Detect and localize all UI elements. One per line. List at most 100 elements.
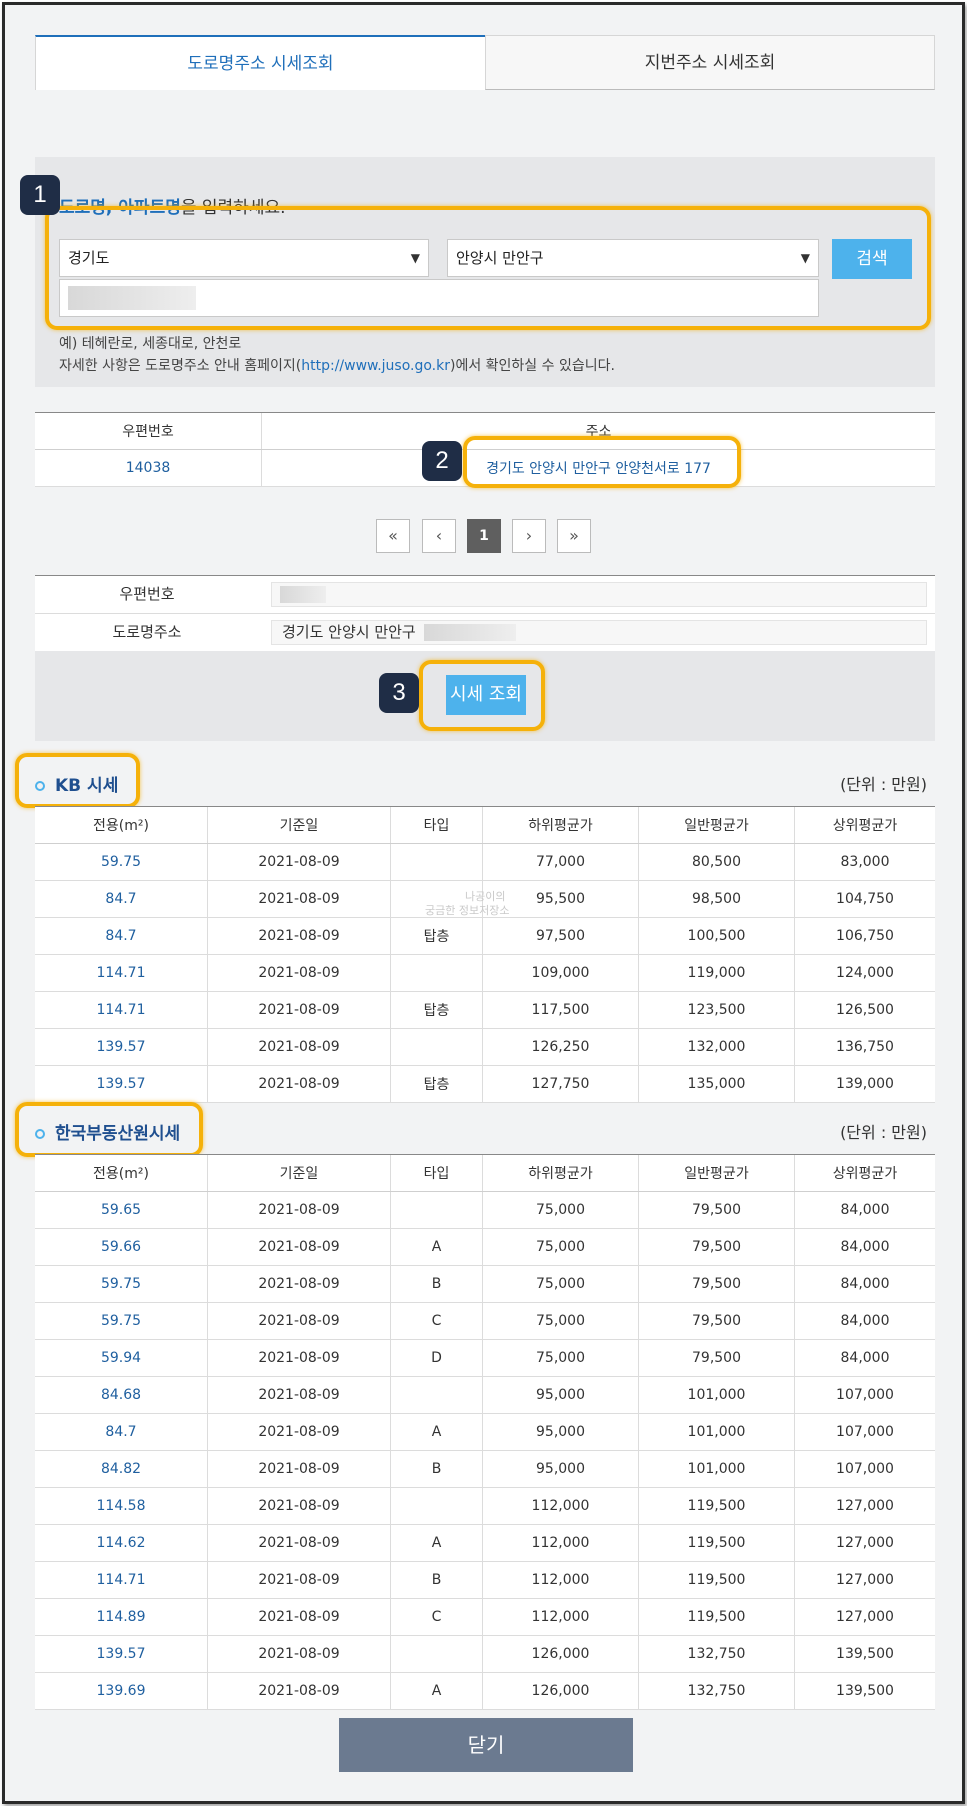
table-row: 114.62 2021-08-09 A 112,000 119,500 127,000 [35,1524,935,1562]
low-price-cell: 75,000 [482,1302,639,1340]
col-date: 기준일 [207,1154,391,1192]
col-area: 전용(m²) [35,806,208,844]
type-cell: A [390,1524,483,1562]
date-cell: 2021-08-09 [207,1228,391,1266]
date-cell: 2021-08-09 [207,1028,391,1066]
tab-road-address[interactable]: 도로명주소 시세조회 [35,35,485,90]
low-price-cell: 95,000 [482,1450,639,1488]
normal-price-cell: 79,500 [638,1339,795,1377]
area-cell: 84.7 [35,1413,208,1451]
road-value: 경기도 안양시 만안구 [271,620,927,645]
blurred-text [280,586,326,603]
date-cell: 2021-08-09 [207,880,391,918]
close-button[interactable]: 닫기 [339,1718,633,1772]
low-price-cell: 127,750 [482,1065,639,1103]
high-price-cell: 107,000 [794,1376,935,1414]
col-zip: 우편번호 [35,412,262,450]
highlight-box-kb [15,753,140,808]
normal-price-cell: 132,750 [638,1635,795,1673]
high-price-cell: 139,500 [794,1672,935,1710]
date-cell: 2021-08-09 [207,1598,391,1636]
type-cell [390,1487,483,1525]
type-cell: B [390,1265,483,1303]
table-row: 114.89 2021-08-09 C 112,000 119,500 127,000 [35,1598,935,1636]
high-price-cell: 126,500 [794,991,935,1029]
blurred-text [424,624,516,641]
last-page-button[interactable]: » [557,519,591,553]
date-cell: 2021-08-09 [207,1524,391,1562]
normal-price-cell: 119,000 [638,954,795,992]
zip-cell[interactable]: 14038 [35,449,262,487]
prev-page-button[interactable]: ‹ [422,519,456,553]
low-price-cell: 126,250 [482,1028,639,1066]
low-price-cell: 95,000 [482,1413,639,1451]
type-cell [390,1191,483,1229]
col-high: 상위평균가 [794,806,935,844]
col-normal: 일반평균가 [638,806,795,844]
normal-price-cell: 135,000 [638,1065,795,1103]
area-cell: 139.57 [35,1065,208,1103]
type-cell: B [390,1450,483,1488]
next-page-button[interactable]: › [512,519,546,553]
high-price-cell: 84,000 [794,1191,935,1229]
area-cell: 114.89 [35,1598,208,1636]
table-row: 59.94 2021-08-09 D 75,000 79,500 84,000 [35,1339,935,1377]
type-cell: D [390,1339,483,1377]
low-price-cell: 112,000 [482,1487,639,1525]
area-cell: 84.7 [35,880,208,918]
table-row: 139.57 2021-08-09 탑층 127,750 135,000 139,000 [35,1065,935,1103]
hint-suffix: )에서 확인하실 수 있습니다. [449,358,615,374]
kb-price-table: 전용(m²) 기준일 타입 하위평균가 일반평균가 상위평균가 59.75 202… [35,806,935,1103]
kb-table-body: 59.75 2021-08-09 77,000 80,500 83,000 84.7 202… [35,843,935,1103]
juso-link[interactable]: http://www.juso.go.kr [301,358,450,374]
high-price-cell: 127,000 [794,1487,935,1525]
low-price-cell: 75,000 [482,1191,639,1229]
step-badge-3: 3 [379,673,419,713]
low-price-cell: 75,000 [482,1228,639,1266]
low-price-cell: 117,500 [482,991,639,1029]
normal-price-cell: 98,500 [638,880,795,918]
normal-price-cell: 101,000 [638,1450,795,1488]
date-cell: 2021-08-09 [207,1413,391,1451]
page-1-button[interactable]: 1 [467,519,501,553]
area-cell: 139.57 [35,1028,208,1066]
high-price-cell: 107,000 [794,1450,935,1488]
low-price-cell: 112,000 [482,1561,639,1599]
table-row: 139.57 2021-08-09 126,250 132,000 136,750 [35,1028,935,1066]
date-cell: 2021-08-09 [207,991,391,1029]
road-value-text: 경기도 안양시 만안구 [282,623,416,641]
col-low: 하위평균가 [482,806,639,844]
table-row: 59.75 2021-08-09 B 75,000 79,500 84,000 [35,1265,935,1303]
table-row: 59.75 2021-08-09 77,000 80,500 83,000 [35,843,935,881]
type-cell: B [390,1561,483,1599]
high-price-cell: 127,000 [794,1561,935,1599]
area-cell: 59.75 [35,843,208,881]
date-cell: 2021-08-09 [207,954,391,992]
date-cell: 2021-08-09 [207,1450,391,1488]
high-price-cell: 84,000 [794,1228,935,1266]
date-cell: 2021-08-09 [207,1339,391,1377]
zip-label: 우편번호 [119,585,175,603]
high-price-cell: 84,000 [794,1265,935,1303]
area-cell: 59.75 [35,1265,208,1303]
normal-price-cell: 79,500 [638,1302,795,1340]
date-cell: 2021-08-09 [207,917,391,955]
high-price-cell: 83,000 [794,843,935,881]
first-page-button[interactable]: « [376,519,410,553]
high-price-cell: 84,000 [794,1339,935,1377]
tab-lot-address[interactable]: 지번주소 시세조회 [485,35,935,90]
low-price-cell: 95,000 [482,1376,639,1414]
type-cell: 탑층 [390,1065,483,1103]
table-header: 전용(m²) 기준일 타입 하위평균가 일반평균가 상위평균가 [35,1154,935,1192]
type-cell [390,1028,483,1066]
type-cell: A [390,1228,483,1266]
highlight-box-2 [463,436,741,488]
normal-price-cell: 100,500 [638,917,795,955]
highlight-box-kra [15,1102,203,1157]
col-type: 타입 [390,1154,483,1192]
date-cell: 2021-08-09 [207,1635,391,1673]
area-cell: 139.69 [35,1672,208,1710]
hint-example: 예) 테헤란로, 세종대로, 안천로 [59,336,242,352]
col-date: 기준일 [207,806,391,844]
table-row: 114.71 2021-08-09 109,000 119,000 124,000 [35,954,935,992]
